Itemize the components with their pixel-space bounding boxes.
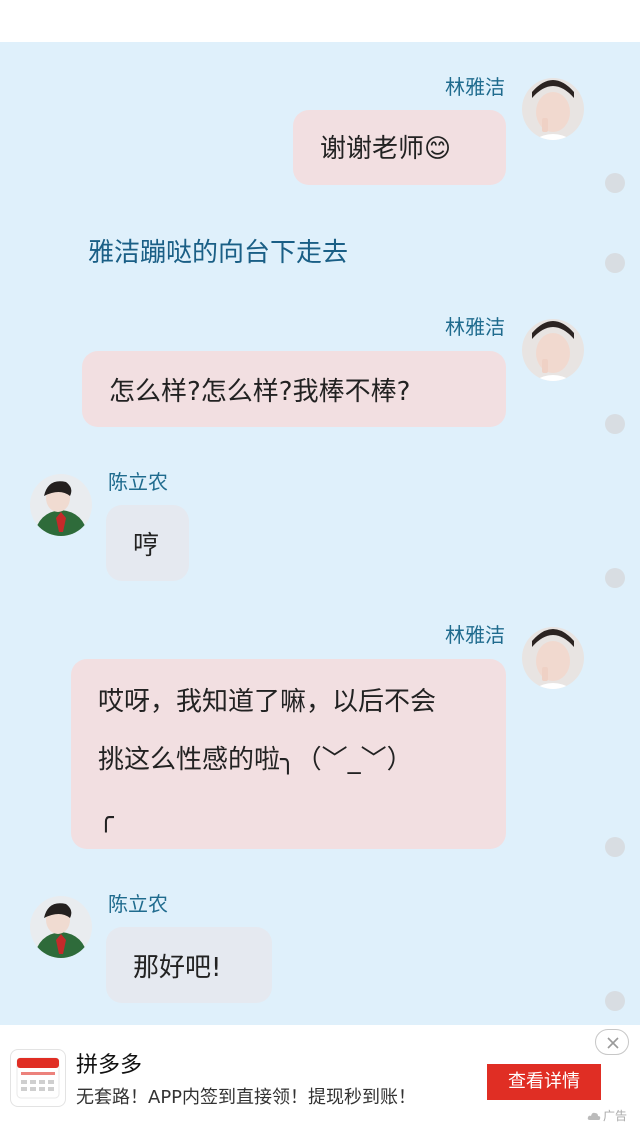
- message-bubble-self[interactable]: 谢谢老师😊: [293, 110, 506, 185]
- cloud-icon: [587, 1112, 601, 1120]
- message-dot[interactable]: [605, 568, 625, 588]
- sender-name: 林雅洁: [445, 75, 505, 99]
- message-bubble-self[interactable]: 哎呀，我知道了嘛，以后不会 挑这么性感的啦╮（﹀_﹀） ╭: [71, 659, 506, 849]
- pinduoduo-app-icon[interactable]: [10, 1049, 66, 1107]
- message-bubble-other[interactable]: 那好吧!: [106, 927, 272, 1003]
- message-text-line: 挑这么性感的啦╮（﹀_﹀）: [98, 745, 413, 775]
- avatar-chenlinong[interactable]: [30, 896, 92, 958]
- ad-app-name: 拼多多: [76, 1053, 143, 1078]
- avatar-linyajie[interactable]: [522, 78, 584, 140]
- message-text: 谢谢老师😊: [320, 134, 452, 164]
- sender-name: 陈立农: [108, 470, 168, 494]
- avatar-linyajie[interactable]: [522, 319, 584, 381]
- message-text: 那好吧!: [133, 953, 222, 983]
- message-dot[interactable]: [605, 837, 625, 857]
- ad-details-button[interactable]: 查看详情: [487, 1064, 601, 1100]
- message-text: 哼: [133, 531, 160, 561]
- sender-name: 林雅洁: [445, 623, 505, 647]
- narration-text: 雅洁蹦哒的向台下走去: [88, 238, 349, 268]
- top-bar: [0, 0, 640, 42]
- ad-label: 广告: [587, 1107, 627, 1124]
- message-text: 怎么样?怎么样?我棒不棒?: [109, 377, 411, 407]
- sender-name: 林雅洁: [445, 315, 505, 339]
- avatar-linyajie[interactable]: [522, 627, 584, 689]
- avatar-chenlinong[interactable]: [30, 474, 92, 536]
- message-dot[interactable]: [605, 414, 625, 434]
- ad-description: 无套路！APP内签到直接领！提现秒到账！: [76, 1087, 417, 1108]
- ad-banner[interactable]: 拼多多 无套路！APP内签到直接领！提现秒到账！ 查看详情 广告: [0, 1025, 640, 1138]
- sender-name: 陈立农: [108, 892, 168, 916]
- message-dot[interactable]: [605, 253, 625, 273]
- message-text-line: ╭: [98, 803, 114, 833]
- message-text-line: 哎呀，我知道了嘛，以后不会: [98, 687, 437, 717]
- message-dot[interactable]: [605, 173, 625, 193]
- close-icon[interactable]: [595, 1029, 629, 1055]
- message-bubble-self[interactable]: 怎么样?怎么样?我棒不棒?: [82, 351, 506, 427]
- message-bubble-other[interactable]: 哼: [106, 505, 189, 581]
- chat-area[interactable]: 林雅洁 谢谢老师😊 雅洁蹦哒的向台下走去 林雅洁 怎么样?怎么样?我棒不棒? 陈…: [0, 42, 640, 1025]
- message-dot[interactable]: [605, 991, 625, 1011]
- ad-details-button-label: 查看详情: [508, 1071, 580, 1092]
